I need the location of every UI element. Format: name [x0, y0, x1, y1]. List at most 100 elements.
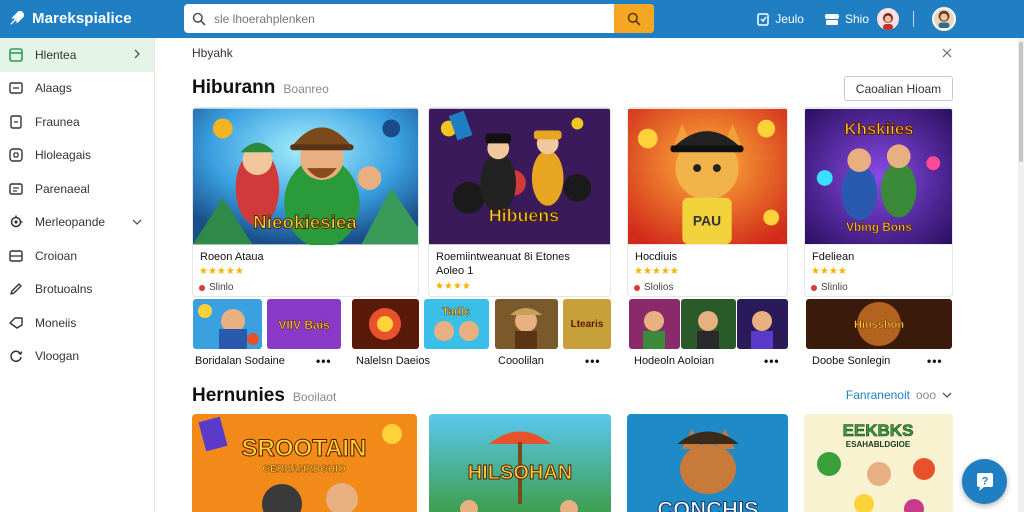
document-icon: [10, 115, 22, 129]
game-art: Hibuens: [429, 108, 610, 245]
game-meta: Slolios: [634, 282, 673, 293]
search-input[interactable]: [214, 4, 614, 33]
mini-caption: Nalelsn Daeios: [356, 355, 430, 367]
mini-thumbnail[interactable]: Tadlc: [424, 299, 489, 349]
game-art-subtitle: Vbing Bons: [846, 220, 912, 234]
mini-art-title: Ltearis: [571, 319, 604, 330]
status-dot-icon: [199, 284, 205, 291]
top-action-1[interactable]: Jeulo: [756, 12, 804, 26]
game-meta-label: Slolios: [644, 282, 674, 293]
user-avatar[interactable]: [932, 7, 956, 31]
sidebar-item-9[interactable]: Vloogan: [0, 340, 154, 374]
sidebar-item-label: Moneiis: [35, 315, 77, 330]
sidebar-item-label: Vloogan: [35, 349, 80, 364]
section-link[interactable]: Fanranenoit: [846, 388, 910, 402]
more-options-icon[interactable]: •••: [585, 354, 601, 368]
mini-art: [737, 299, 788, 349]
mini-art: [681, 299, 736, 349]
sidebar-item-8[interactable]: Moneiis: [0, 306, 154, 340]
mini-thumbnail[interactable]: Hmsshon: [806, 299, 952, 349]
search-button[interactable]: [614, 4, 654, 33]
mini-art: [352, 299, 419, 349]
svg-text:?: ?: [981, 475, 988, 487]
brand[interactable]: Marekspialice: [8, 9, 132, 27]
mini-art: Hmsshon: [806, 299, 952, 349]
game-card[interactable]: SROOTAIN GERNANRDGHIO: [192, 414, 417, 512]
game-art: SROOTAIN GERNANRDGHIO: [192, 414, 417, 512]
mini-thumbnail[interactable]: [193, 299, 262, 349]
mini-art: Tadlc: [424, 299, 489, 349]
sidebar-item-label: Alaags: [35, 81, 72, 96]
rating-stars: ★★★★★: [199, 266, 244, 277]
section-action-button[interactable]: Caoalian Hioam: [844, 76, 953, 101]
more-options-icon[interactable]: •••: [927, 354, 943, 368]
status-dot-icon: [811, 284, 817, 291]
sidebar-item-label: Fraunea: [35, 114, 80, 129]
mini-art: VIIV Bais: [267, 299, 341, 349]
mini-caption: Doobe Sonlegin: [812, 355, 891, 367]
section-filter[interactable]: Fanranenoit ooo: [846, 388, 952, 402]
sidebar-item-2[interactable]: Fraunea: [0, 105, 154, 139]
mini-thumbnail[interactable]: [629, 299, 680, 349]
section-title: Hiburann: [192, 77, 276, 98]
app-title: Marekspialice: [32, 9, 132, 27]
sidebar-item-3[interactable]: Hloleagais: [0, 139, 154, 173]
main-content: Hbyahk Hiburann Boanreo Caoalian Hioam N…: [156, 38, 1018, 512]
sidebar-item-1[interactable]: Alaags: [0, 72, 154, 106]
mini-thumbnail[interactable]: [681, 299, 736, 349]
pencil-icon: [10, 283, 22, 295]
mini-thumbnail[interactable]: Ltearis: [563, 299, 611, 349]
game-card[interactable]: EEKBKS ESAHABLDGIOE: [804, 414, 953, 512]
box-icon: [9, 148, 23, 162]
game-meta: Slinlo: [199, 282, 233, 293]
mini-thumbnail[interactable]: VIIV Bais: [267, 299, 341, 349]
game-title: Hocdiuis: [635, 251, 678, 263]
list-icon: [9, 82, 23, 94]
section-link-note: ooo: [915, 388, 936, 402]
game-card[interactable]: CONCHIS: [627, 414, 788, 512]
close-icon[interactable]: [942, 48, 952, 58]
notes-icon: [9, 183, 23, 195]
mini-thumbnail[interactable]: [352, 299, 419, 349]
avatar-icon: [934, 9, 954, 28]
mini-art: Ltearis: [563, 299, 611, 349]
sidebar-item-label: Croioan: [35, 248, 78, 263]
top-action-2-label: Shio: [844, 12, 869, 26]
sidebar-item-5[interactable]: Merleopande: [0, 206, 154, 240]
game-card[interactable]: Hibuens Roemiintweanuat 8i Etones Aoleo …: [428, 107, 611, 297]
game-card[interactable]: HILSOHAN: [429, 414, 611, 512]
section-subtitle: Booilaot: [292, 390, 337, 404]
page-scrollbar[interactable]: [1018, 38, 1024, 512]
chevron-down-icon[interactable]: [942, 390, 952, 400]
search-icon: [184, 4, 214, 33]
mini-thumbnail[interactable]: [495, 299, 558, 349]
section-subtitle: Boanreo: [283, 82, 329, 96]
notification-avatar[interactable]: [877, 8, 899, 30]
top-bar: Marekspialice Jeulo Shio: [0, 0, 1024, 38]
game-art: EEKBKS ESAHABLDGIOE: [804, 414, 953, 512]
mini-thumbnail[interactable]: [737, 299, 788, 349]
mini-art-title: Hmsshon: [854, 319, 904, 331]
game-art-title: Nieokiesiea: [253, 212, 357, 233]
sidebar-item-4[interactable]: Parenaeal: [0, 172, 154, 206]
help-button[interactable]: ?: [962, 459, 1007, 504]
game-card[interactable]: Khskiies Vbing Bons Fdeliean ★★★★ Slinli…: [804, 107, 953, 297]
game-art-title: SROOTAIN: [242, 435, 367, 462]
game-art: CONCHIS: [627, 414, 788, 512]
search-icon: [627, 12, 641, 26]
game-meta-label: Slinlio: [821, 282, 848, 293]
scrollbar-thumb[interactable]: [1019, 42, 1023, 162]
mini-caption: Hodeoln Aoloian: [634, 355, 715, 367]
sidebar-item-6[interactable]: Croioan: [0, 239, 154, 273]
clipboard-icon: [757, 13, 770, 26]
store-icon: [824, 14, 839, 25]
avatar-icon: [883, 13, 893, 30]
more-options-icon[interactable]: •••: [316, 354, 332, 368]
more-options-icon[interactable]: •••: [764, 354, 780, 368]
breadcrumb-label: Hbyahk: [192, 46, 233, 60]
sidebar-item-7[interactable]: Brotuoalns: [0, 273, 154, 307]
game-card[interactable]: PAU Hocdiuis ★★★★★ Slolios: [627, 107, 788, 297]
sidebar-item-0[interactable]: Hlentea: [0, 38, 154, 72]
game-card[interactable]: Nieokiesiea Roeon Ataua ★★★★★ Slinlo: [192, 107, 419, 297]
top-action-2[interactable]: Shio: [824, 12, 869, 26]
